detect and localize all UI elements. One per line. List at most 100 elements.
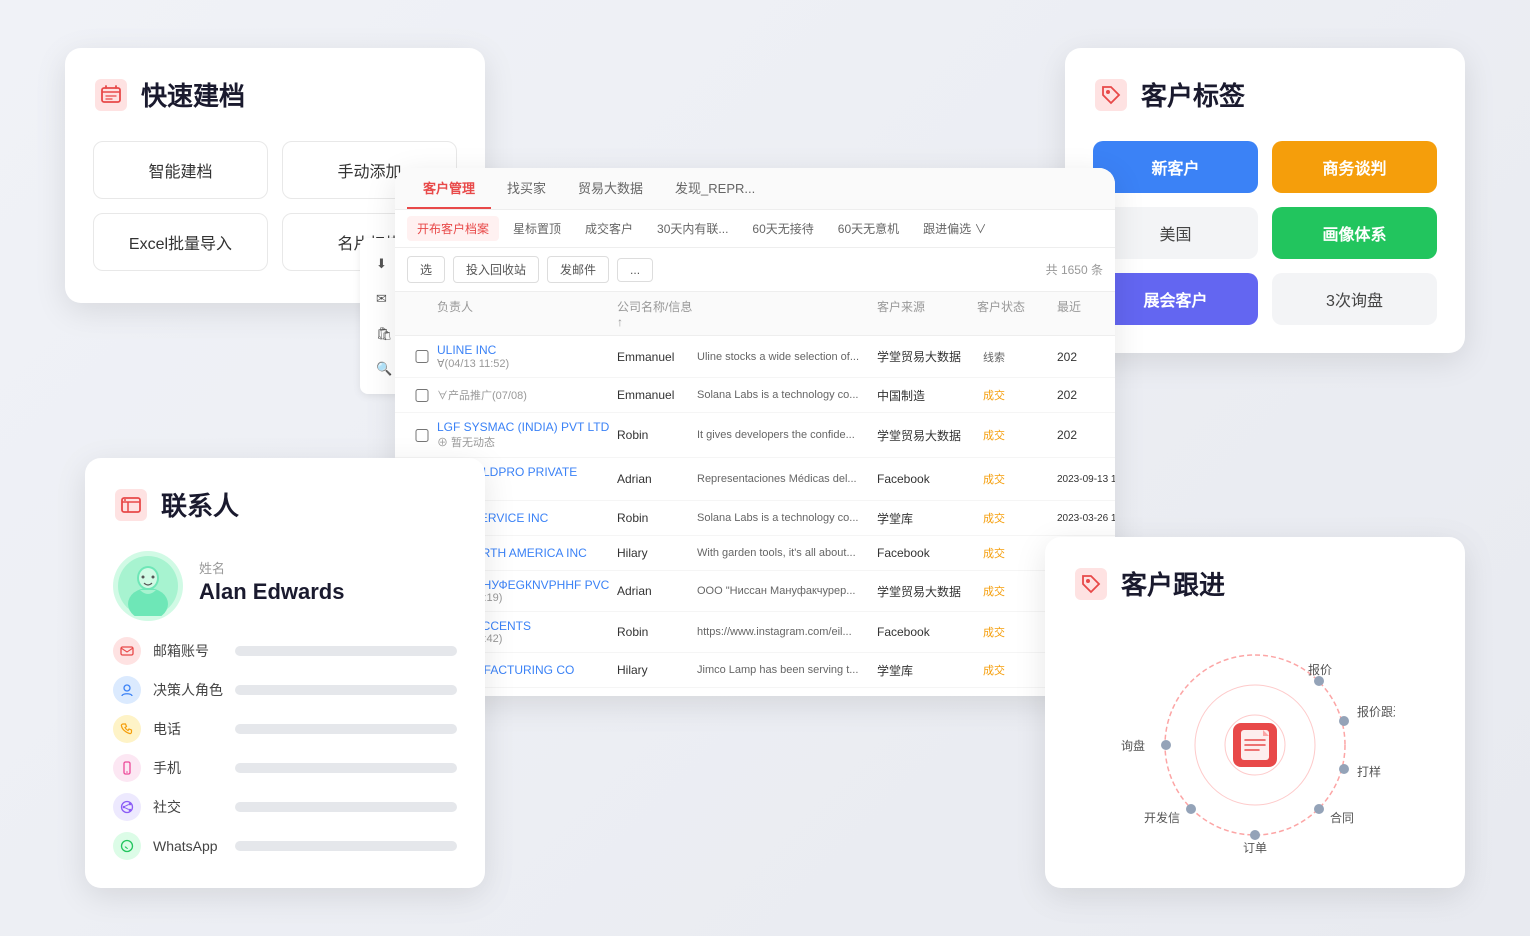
tag-expo-customer[interactable]: 展会客户 bbox=[1093, 273, 1258, 325]
subtab-60days-no-chance[interactable]: 60天无意机 bbox=[828, 216, 909, 241]
row-checkbox[interactable] bbox=[407, 350, 437, 363]
desc: OOO "Ниссан Мануфакчурер... bbox=[697, 585, 877, 597]
more-button[interactable]: ... bbox=[617, 258, 653, 282]
avatar bbox=[113, 551, 183, 621]
owner: Emmanuel bbox=[617, 388, 697, 402]
table-row[interactable]: CORP(1/19 14:51) Elroy At Microsoft our … bbox=[395, 688, 1115, 696]
email-icon bbox=[113, 637, 141, 665]
quick-build-header: 快速建档 bbox=[93, 76, 457, 113]
table-row[interactable]: ЧАО МЗНУФЕGКNVPНHF PVC(03/21 22:19) Adri… bbox=[395, 571, 1115, 612]
select-button[interactable]: 选 bbox=[407, 256, 445, 283]
owner: Robin bbox=[617, 625, 697, 639]
col-source: 客户来源 bbox=[877, 298, 977, 329]
recycle-button[interactable]: 投入回收站 bbox=[453, 256, 539, 283]
table-row[interactable]: & MANUFACTURING CO Hilary Jimco Lamp has… bbox=[395, 653, 1115, 688]
desc: Representaciones Médicas del... bbox=[697, 473, 877, 485]
tab-discover[interactable]: 发现_REPR... bbox=[659, 168, 771, 209]
tag-business-negotiation[interactable]: 商务谈判 bbox=[1272, 141, 1437, 193]
tags-card: 客户标签 新客户 商务谈判 美国 画像体系 展会客户 3次询盘 bbox=[1065, 48, 1465, 353]
subtab-follow-select[interactable]: 跟进偏选 ∨ bbox=[913, 216, 996, 241]
whatsapp-icon bbox=[113, 832, 141, 860]
row-checkbox[interactable] bbox=[407, 389, 437, 402]
table-row[interactable]: LGF SYSMAC (INDIA) PVT LTD⊕ 暂无动态 Robin I… bbox=[395, 413, 1115, 458]
subtab-open-archive[interactable]: 开布客户档案 bbox=[407, 216, 499, 241]
sidebar-icon-discover: 🔍 bbox=[376, 361, 392, 377]
tab-big-data[interactable]: 贸易大数据 bbox=[562, 168, 659, 209]
tag-portrait-system[interactable]: 画像体系 bbox=[1272, 207, 1437, 259]
svg-text:询盘: 询盘 bbox=[1121, 738, 1145, 753]
company-cell: ∀产品推广(07/08) bbox=[437, 387, 617, 403]
tag-usa[interactable]: 美国 bbox=[1093, 207, 1258, 259]
svg-text:报价: 报价 bbox=[1308, 662, 1332, 677]
send-email-button[interactable]: 发邮件 bbox=[547, 256, 609, 283]
contact-card: 联系人 bbox=[85, 458, 485, 888]
subtab-30days[interactable]: 30天内有联... bbox=[647, 216, 738, 241]
company-cell: ULINE INC∀(04/13 11:52) bbox=[437, 343, 617, 370]
tag-new-customer[interactable]: 新客户 bbox=[1093, 141, 1258, 193]
phone-label: 电话 bbox=[153, 719, 223, 739]
col-company: 公司名称/信息 ↑ bbox=[617, 298, 697, 329]
subtab-60days-no-receive[interactable]: 60天无接待 bbox=[742, 216, 823, 241]
excel-import-button[interactable]: Excel批量导入 bbox=[93, 213, 268, 271]
table-row[interactable]: ∀产品推广(07/08) Emmanuel Solana Labs is a t… bbox=[395, 378, 1115, 413]
followup-radar: 报价 报价跟进 打样 合同 订单 开发信 询盘 bbox=[1115, 630, 1395, 860]
email-label: 邮箱账号 bbox=[153, 641, 223, 661]
phone-value-bar bbox=[235, 724, 457, 734]
sub-tabs: 开布客户档案 星标置顶 成交客户 30天内有联... 60天无接待 60天无意机… bbox=[395, 210, 1115, 248]
table-row[interactable]: AMPS ACCENTS(05/28 13:42) Robin https://… bbox=[395, 612, 1115, 653]
tab-find-buyer[interactable]: 找买家 bbox=[491, 168, 562, 209]
contact-title: 联系人 bbox=[161, 486, 239, 523]
page-wrapper: 快速建档 智能建档 手动添加 Excel批量导入 名片扫描 ⬇ 下属 ✉ 孚盟邮… bbox=[0, 0, 1530, 936]
svg-text:打样: 打样 bbox=[1357, 764, 1381, 779]
tab-customer-management[interactable]: 客户管理 bbox=[407, 168, 491, 209]
row-checkbox[interactable] bbox=[407, 429, 437, 442]
tag-3-inquiry[interactable]: 3次询盘 bbox=[1272, 273, 1437, 325]
table-row[interactable]: IISN NORTH AMERICA INC Hilary With garde… bbox=[395, 536, 1115, 571]
svg-text:报价跟进: 报价跟进 bbox=[1357, 704, 1395, 719]
cards-area: 快速建档 智能建档 手动添加 Excel批量导入 名片扫描 ⬇ 下属 ✉ 孚盟邮… bbox=[65, 38, 1465, 898]
owner: Adrian bbox=[617, 584, 697, 598]
sidebar-icon-goods: 🛍 bbox=[376, 326, 393, 342]
table-row[interactable]: IES @SERVICE INC Robin Solana Labs is a … bbox=[395, 501, 1115, 536]
smart-build-button[interactable]: 智能建档 bbox=[93, 141, 268, 199]
table-row[interactable]: ULINE INC∀(04/13 11:52) Emmanuel Uline s… bbox=[395, 336, 1115, 378]
subtab-star-top[interactable]: 星标置顶 bbox=[503, 216, 571, 241]
desc: It gives developers the confide... bbox=[697, 429, 877, 441]
source: 学堂库 bbox=[877, 662, 977, 679]
source: 学堂贸易大数据 bbox=[877, 583, 977, 600]
source: 中国制造 bbox=[877, 387, 977, 404]
desc: Jimco Lamp has been serving t... bbox=[697, 664, 877, 676]
status: 成交 bbox=[977, 425, 1057, 445]
followup-header: 客户跟进 bbox=[1073, 565, 1437, 602]
date: 2023-03-26 12... bbox=[1057, 513, 1115, 524]
subtab-deal[interactable]: 成交客户 bbox=[575, 216, 643, 241]
date: 202 bbox=[1057, 388, 1115, 402]
col-desc bbox=[697, 298, 877, 329]
company-cell: LGF SYSMAC (INDIA) PVT LTD⊕ 暂无动态 bbox=[437, 420, 617, 450]
quick-build-icon bbox=[93, 77, 129, 113]
source: Facebook bbox=[877, 472, 977, 486]
col-date: 最近 bbox=[1057, 298, 1115, 329]
contact-info-list: 邮箱账号 决策人角色 电话 bbox=[113, 637, 457, 860]
col-status: 客户状态 bbox=[977, 298, 1057, 329]
status: 线索 bbox=[977, 347, 1057, 367]
tags-icon bbox=[1093, 77, 1129, 113]
contact-phone-item: 电话 bbox=[113, 715, 457, 743]
svg-text:合同: 合同 bbox=[1330, 810, 1354, 825]
table-row[interactable]: F&F BUILDPRO PRIVATE LIMITED Adrian Repr… bbox=[395, 458, 1115, 501]
phone-icon bbox=[113, 715, 141, 743]
desc: https://www.instagram.com/eil... bbox=[697, 626, 877, 638]
col-checkbox bbox=[407, 298, 437, 329]
status: 成交 bbox=[977, 508, 1057, 528]
source: 学堂库 bbox=[877, 510, 977, 527]
action-bar: 选 投入回收站 发邮件 ... 共 1650 条 bbox=[395, 248, 1115, 292]
owner: Robin bbox=[617, 511, 697, 525]
mobile-icon bbox=[113, 754, 141, 782]
tags-header: 客户标签 bbox=[1093, 76, 1437, 113]
contact-whatsapp-item: WhatsApp bbox=[113, 832, 457, 860]
quick-build-title: 快速建档 bbox=[141, 76, 245, 113]
contact-social-item: 社交 bbox=[113, 793, 457, 821]
status: 成交 bbox=[977, 385, 1057, 405]
contact-role-item: 决策人角色 bbox=[113, 676, 457, 704]
role-label: 决策人角色 bbox=[153, 680, 223, 700]
